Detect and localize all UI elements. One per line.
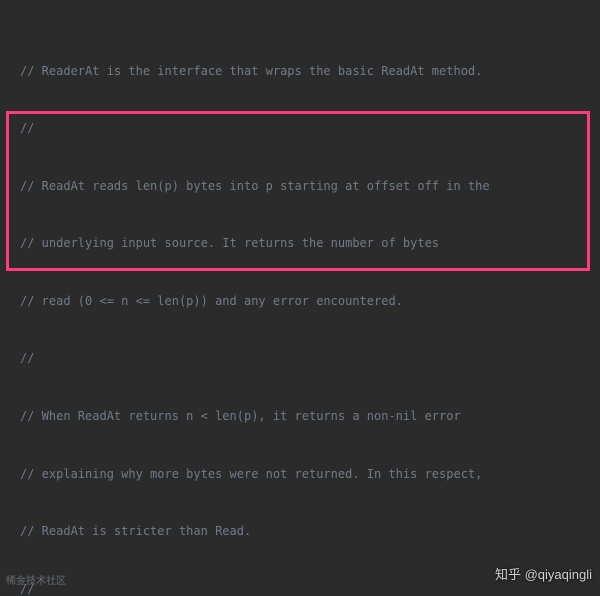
comment-line: // xyxy=(16,580,34,596)
code-editor[interactable]: // ReaderAt is the interface that wraps … xyxy=(0,0,600,596)
comment-line: // xyxy=(16,349,34,368)
comment-line: // When ReadAt returns n < len(p), it re… xyxy=(16,407,461,426)
comment-line: // xyxy=(16,119,34,138)
comment-line: // ReadAt is stricter than Read. xyxy=(16,522,251,541)
comment-line: // underlying input source. It returns t… xyxy=(16,234,439,253)
comment-line: // ReaderAt is the interface that wraps … xyxy=(16,62,482,81)
comment-line: // read (0 <= n <= len(p)) and any error… xyxy=(16,292,403,311)
comment-line: // explaining why more bytes were not re… xyxy=(16,465,482,484)
comment-line: // ReadAt reads len(p) bytes into p star… xyxy=(16,177,490,196)
